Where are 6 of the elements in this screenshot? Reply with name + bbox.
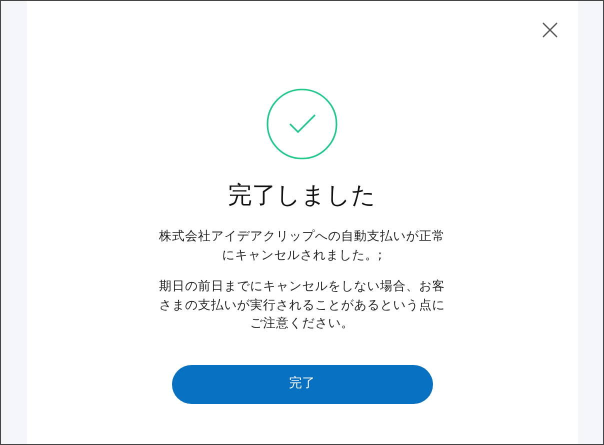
done-button[interactable]: 完了 (172, 364, 432, 404)
close-icon[interactable] (542, 22, 558, 38)
message-text: 株式会社アイデアクリップへの自動支払いが正常 にキャンセルされました。; (159, 227, 445, 264)
dialog-title: 完了しました (228, 180, 376, 211)
message-text: 期日の前日までにキャンセルをしない場合、お客 さまの支払いが実行されることがあるという点に ご注意ください。 (159, 277, 445, 332)
check-circle-icon (266, 88, 338, 160)
